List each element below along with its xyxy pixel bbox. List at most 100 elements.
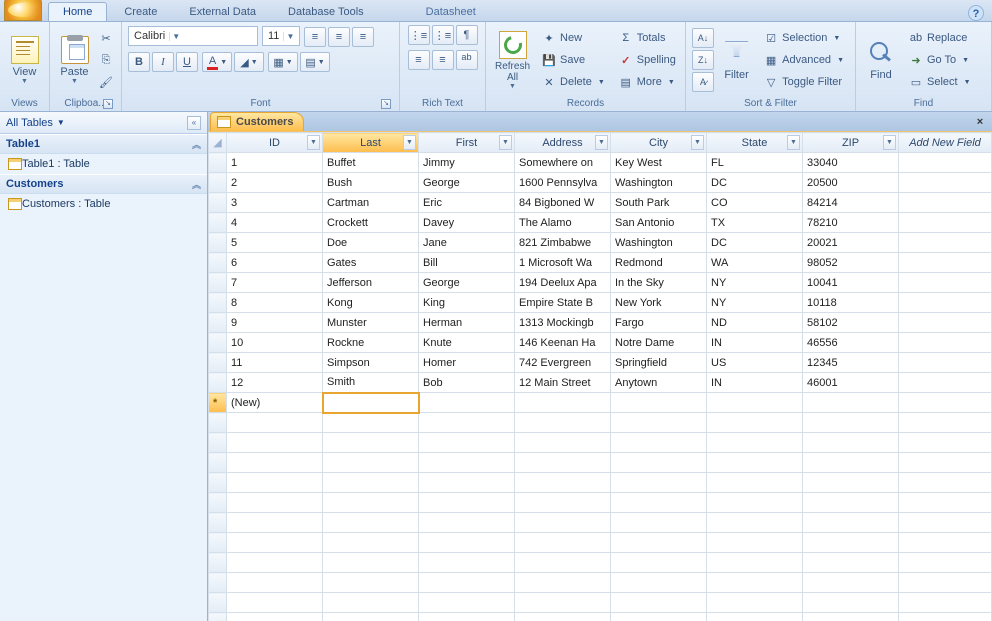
cell-empty[interactable] [899, 393, 992, 413]
align-left-button[interactable]: ≡ [304, 27, 326, 47]
cell-first[interactable]: Homer [419, 353, 515, 373]
cell-empty[interactable] [515, 393, 611, 413]
cell-last[interactable]: Buffet [323, 153, 419, 173]
cell-state[interactable]: WA [707, 253, 803, 273]
align-center-button[interactable]: ≡ [328, 27, 350, 47]
cell-first[interactable]: King [419, 293, 515, 313]
cell-address[interactable]: 1600 Pennsylva [515, 173, 611, 193]
table-row[interactable]: 5DoeJane821 ZimbabweWashingtonDC20021 [209, 233, 992, 253]
cell-first[interactable]: Bill [419, 253, 515, 273]
nav-header[interactable]: All Tables ▼ « [0, 112, 207, 134]
spelling-button[interactable]: ✓Spelling [614, 50, 681, 70]
cell-first[interactable]: Davey [419, 213, 515, 233]
table-row[interactable]: 4CrockettDaveyThe AlamoSan AntonioTX7821… [209, 213, 992, 233]
tab-datasheet[interactable]: Datasheet [411, 2, 491, 21]
cell-zip[interactable]: 33040 [803, 153, 899, 173]
table-row[interactable]: 11SimpsonHomer742 EvergreenSpringfieldUS… [209, 353, 992, 373]
cell-empty[interactable] [899, 313, 992, 333]
cell-empty[interactable] [899, 253, 992, 273]
sort-asc-button[interactable]: A↓ [692, 28, 714, 48]
cell-city[interactable]: Fargo [611, 313, 707, 333]
dropdown-arrow-icon[interactable]: ▼ [883, 135, 896, 150]
cell-first[interactable]: George [419, 173, 515, 193]
table-row[interactable]: 2BushGeorge1600 PennsylvaWashingtonDC205… [209, 173, 992, 193]
dialog-launcher-icon[interactable]: ↘ [381, 99, 391, 109]
gridlines-button[interactable]: ▦▼ [268, 52, 298, 72]
cell-state[interactable]: TX [707, 213, 803, 233]
increase-list-button[interactable]: ⋮≡ [432, 25, 454, 45]
cell-state[interactable]: IN [707, 373, 803, 393]
cell-state[interactable]: CO [707, 193, 803, 213]
format-painter-button[interactable]: 🖌 [97, 72, 115, 92]
cell-last[interactable]: Munster [323, 313, 419, 333]
sort-desc-button[interactable]: Z↓ [692, 50, 714, 70]
cell-city[interactable]: South Park [611, 193, 707, 213]
find-button[interactable]: Find [862, 27, 900, 93]
italic-button[interactable]: I [152, 52, 174, 72]
cell-address[interactable]: 821 Zimbabwe [515, 233, 611, 253]
cell-last[interactable]: Simpson [323, 353, 419, 373]
underline-button[interactable]: U [176, 52, 198, 72]
help-button[interactable]: ? [968, 5, 984, 21]
dropdown-arrow-icon[interactable]: ▼ [403, 135, 416, 150]
new-row-indicator[interactable]: * [209, 393, 227, 413]
dropdown-arrow-icon[interactable]: ▼ [691, 135, 704, 150]
col-state[interactable]: State▼ [707, 133, 803, 153]
table-row[interactable]: 12SmithBob12 Main StreetAnytownIN46001 [209, 373, 992, 393]
cell-state[interactable]: ND [707, 313, 803, 333]
cell-zip[interactable]: 10118 [803, 293, 899, 313]
cell-city[interactable]: Notre Dame [611, 333, 707, 353]
tab-database-tools[interactable]: Database Tools [273, 2, 379, 21]
cell-state[interactable]: US [707, 353, 803, 373]
cell-last[interactable]: Gates [323, 253, 419, 273]
row-selector[interactable] [209, 273, 227, 293]
cell-id[interactable]: 6 [227, 253, 323, 273]
toggle-filter-button[interactable]: ▽Toggle Filter [759, 72, 849, 92]
col-address[interactable]: Address▼ [515, 133, 611, 153]
cell-zip[interactable]: 20500 [803, 173, 899, 193]
cell-address[interactable]: Somewhere on [515, 153, 611, 173]
cell-first[interactable]: Herman [419, 313, 515, 333]
cell-zip[interactable]: 46001 [803, 373, 899, 393]
cell-empty[interactable] [899, 233, 992, 253]
cell-last-editing[interactable] [323, 393, 419, 413]
cell-city[interactable]: Key West [611, 153, 707, 173]
refresh-all-button[interactable]: Refresh All ▼ [492, 27, 533, 93]
totals-button[interactable]: ΣTotals [614, 28, 681, 48]
bullets-button[interactable]: ≡ [432, 50, 454, 70]
cell-id[interactable]: 2 [227, 173, 323, 193]
cell-city[interactable]: Redmond [611, 253, 707, 273]
cell-first[interactable]: Jane [419, 233, 515, 253]
tab-create[interactable]: Create [109, 2, 172, 21]
row-selector[interactable] [209, 153, 227, 173]
cell-empty[interactable] [899, 353, 992, 373]
cell-first[interactable]: Jimmy [419, 153, 515, 173]
tab-home[interactable]: Home [48, 2, 107, 21]
dropdown-arrow-icon[interactable]: ▼ [499, 135, 512, 150]
new-row[interactable]: *(New) [209, 393, 992, 413]
select-button[interactable]: ▭Select▼ [904, 72, 976, 92]
cell-id[interactable]: 10 [227, 333, 323, 353]
row-selector[interactable] [209, 353, 227, 373]
select-all-button[interactable]: ◢ [209, 133, 227, 153]
decrease-list-button[interactable]: ⋮≡ [408, 25, 430, 45]
cell-zip[interactable]: 20021 [803, 233, 899, 253]
cell-last[interactable]: Rockne [323, 333, 419, 353]
cell-state[interactable]: NY [707, 293, 803, 313]
cell-city[interactable]: In the Sky [611, 273, 707, 293]
cell-address[interactable]: 1 Microsoft Wa [515, 253, 611, 273]
font-size-combo[interactable]: 11▼ [262, 26, 300, 46]
paste-button[interactable]: Paste ▼ [56, 27, 93, 93]
cut-button[interactable]: ✂ [97, 28, 115, 48]
cell-state[interactable]: DC [707, 173, 803, 193]
nav-item-table1[interactable]: Table1 : Table [0, 154, 207, 174]
cell-first[interactable]: George [419, 273, 515, 293]
replace-button[interactable]: abReplace [904, 28, 976, 48]
row-selector[interactable] [209, 253, 227, 273]
col-city[interactable]: City▼ [611, 133, 707, 153]
cell-empty[interactable] [419, 393, 515, 413]
filter-button[interactable]: Filter [718, 27, 755, 93]
table-row[interactable]: 10RockneKnute146 Keenan HaNotre DameIN46… [209, 333, 992, 353]
cell-address[interactable]: 12 Main Street [515, 373, 611, 393]
font-color-button[interactable]: A▼ [202, 52, 232, 72]
